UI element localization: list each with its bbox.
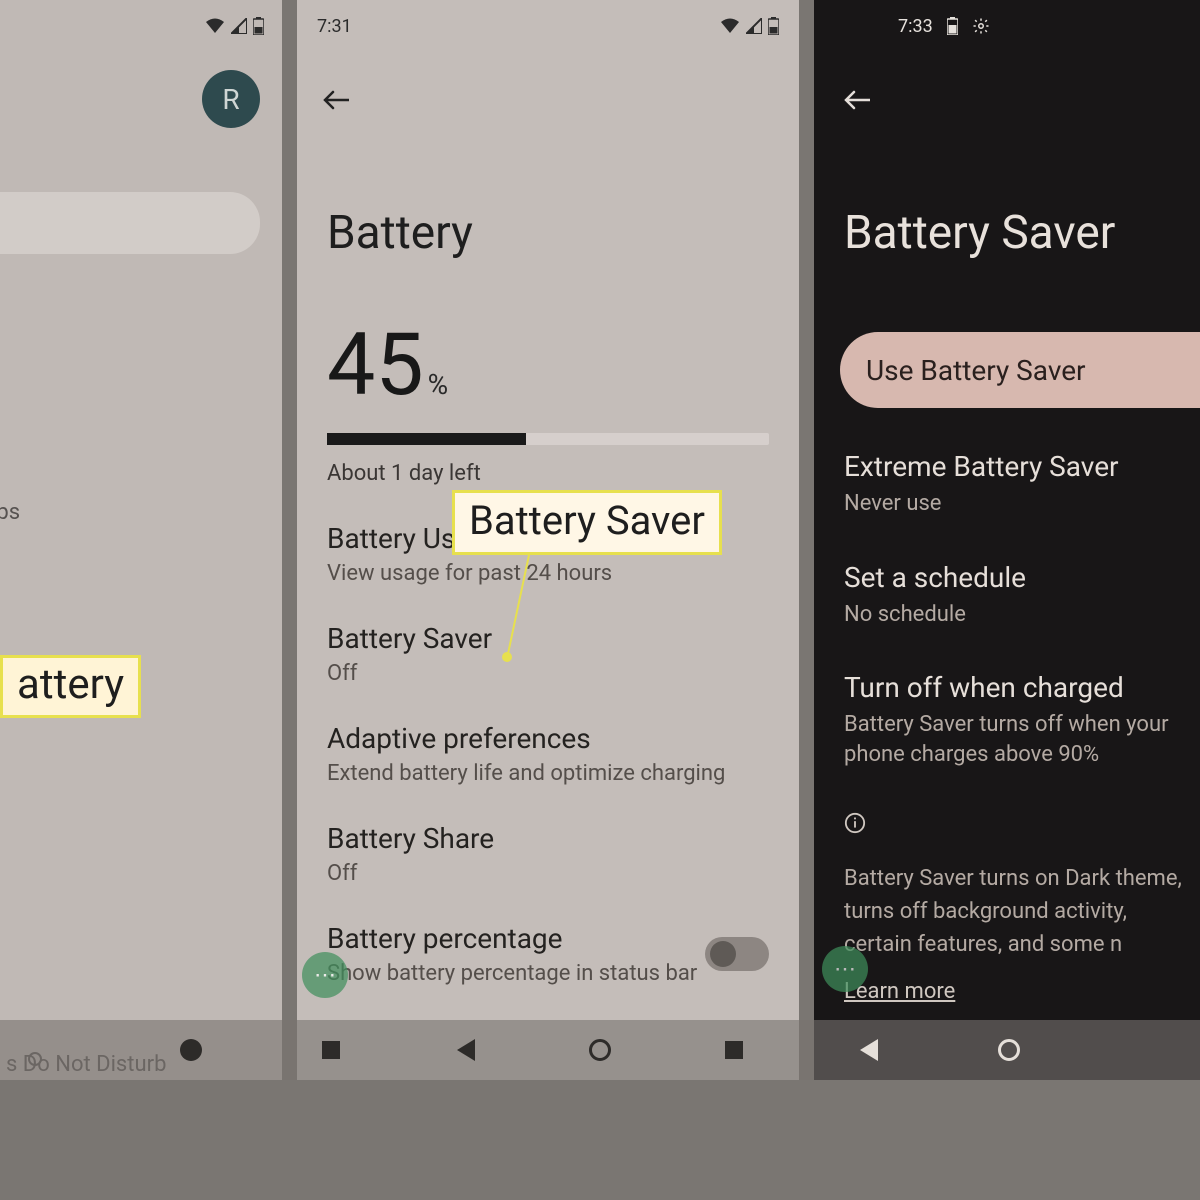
settings-item-connected-devices[interactable]: d devices ring <box>0 382 282 484</box>
callout-pointer-dot <box>502 652 512 662</box>
back-button[interactable] <box>297 52 799 110</box>
row-title: Battery Share <box>327 822 769 855</box>
battery-percentage-toggle-row[interactable]: Battery percentage Show battery percenta… <box>297 886 799 986</box>
arrow-left-icon <box>844 90 870 110</box>
tutorial-fab-icon[interactable]: ⋯ <box>302 952 348 998</box>
settings-home-panel: R ttings & internet hotspot d devices ri… <box>0 0 282 1080</box>
extreme-battery-saver-row[interactable]: Extreme Battery Saver Never use <box>814 408 1200 519</box>
settings-item-title: d devices <box>0 392 282 427</box>
row-sub: View usage for past 24 hours <box>327 561 769 586</box>
nav-back-button[interactable] <box>457 1039 475 1061</box>
row-title: Adaptive preferences <box>327 722 769 755</box>
row-title: Battery Saver <box>327 622 769 655</box>
wifi-icon <box>205 18 225 34</box>
nav-recent-button[interactable] <box>725 1041 743 1059</box>
pill-label: Use Battery Saver <box>866 354 1086 387</box>
row-sub: Off <box>327 861 769 886</box>
signal-icon <box>231 18 247 34</box>
row-sub: Extend battery life and optimize chargin… <box>327 761 769 786</box>
battery-saver-panel: 7:33 Battery Saver Use Battery Saver Ext… <box>814 0 1200 1080</box>
row-sub: Show battery percentage in status bar <box>327 961 697 986</box>
nav-home-button[interactable] <box>180 1039 202 1061</box>
row-title: Turn off when charged <box>844 671 1200 704</box>
row-title: Set a schedule <box>844 561 1200 594</box>
status-time: 7:33 <box>898 16 933 37</box>
settings-item-sub: .85 GB free <box>0 825 282 850</box>
settings-item-title: ibration <box>0 928 282 963</box>
nav-home-button[interactable] <box>998 1039 1020 1061</box>
turn-off-when-charged-row[interactable]: Turn off when charged Battery Saver turn… <box>814 629 1200 769</box>
tutorial-fab-icon[interactable]: ⋯ <box>822 946 868 992</box>
status-bar: 7:31 <box>297 0 799 52</box>
row-title: Battery percentage <box>327 922 697 955</box>
battery-icon <box>768 17 779 35</box>
battery-percent-display: 45 % <box>297 260 799 415</box>
row-sub: Off <box>327 661 769 686</box>
battery-percent-value: 45 <box>327 314 424 415</box>
status-bar: 7:33 <box>814 0 1200 52</box>
settings-item-sound[interactable]: ibration <box>0 876 282 989</box>
settings-item-sub: day left <box>0 716 282 741</box>
avatar-initial: R <box>222 83 239 116</box>
settings-item-notifications[interactable]: story, conversations <box>0 551 282 644</box>
battery-saver-row[interactable]: Battery Saver Off <box>297 586 799 686</box>
row-sub: Battery Saver turns off when your phone … <box>844 710 1200 769</box>
search-settings-field[interactable]: ttings <box>0 192 260 254</box>
page-title: Battery <box>297 110 799 260</box>
toggle-knob <box>710 941 736 967</box>
settings-item-title: & internet <box>0 290 282 325</box>
page-title: Battery Saver <box>814 110 1200 260</box>
battery-percent-unit: % <box>428 368 449 401</box>
nav-recent-button[interactable] <box>322 1041 340 1059</box>
row-sub: No schedule <box>844 600 1200 630</box>
callout-battery-saver-highlight: Battery Saver <box>452 490 722 555</box>
nav-home-button[interactable] <box>589 1039 611 1061</box>
arrow-left-icon <box>323 90 349 110</box>
gear-icon <box>972 17 990 35</box>
battery-saver-description: Battery Saver turns on Dark theme, turns… <box>814 834 1200 961</box>
settings-item-sub: story, conversations <box>0 593 282 618</box>
callout-text: attery <box>17 660 124 709</box>
row-title: Extreme Battery Saver <box>844 450 1200 483</box>
adaptive-preferences-row[interactable]: Adaptive preferences Extend battery life… <box>297 686 799 786</box>
battery-level-bar <box>327 433 769 445</box>
avatar-row: R <box>0 52 282 156</box>
signal-icon <box>746 18 762 34</box>
nav-seg-panel2 <box>400 1039 800 1061</box>
wifi-icon <box>720 18 740 34</box>
toggle-switch[interactable] <box>705 937 769 971</box>
learn-more-link[interactable]: Learn more <box>814 961 1200 1004</box>
settings-item-storage[interactable]: .85 GB free <box>0 767 282 876</box>
nav-seg-panel3 <box>800 1039 1200 1061</box>
callout-text: Battery Saver <box>469 497 705 544</box>
nav-seg-panel1 <box>0 1039 400 1061</box>
battery-share-row[interactable]: Battery Share Off <box>297 786 799 886</box>
back-button[interactable] <box>814 52 1200 110</box>
battery-icon <box>947 17 958 35</box>
settings-item-sub: ent apps, default apps <box>0 500 282 525</box>
battery-icon <box>253 17 264 35</box>
android-nav-bar <box>0 1020 1200 1080</box>
use-battery-saver-button[interactable]: Use Battery Saver <box>840 332 1200 408</box>
set-schedule-row[interactable]: Set a schedule No schedule <box>814 519 1200 630</box>
settings-item-network[interactable]: & internet hotspot <box>0 280 282 382</box>
status-time: 7:31 <box>317 16 352 37</box>
callout-battery-highlight: attery <box>0 655 141 718</box>
info-icon <box>814 770 1200 834</box>
settings-item-sub: hotspot <box>0 331 282 356</box>
row-sub: Never use <box>844 489 1200 519</box>
status-icons <box>720 17 779 35</box>
status-bar <box>0 0 282 52</box>
battery-estimate: About 1 day left <box>297 445 799 486</box>
nav-back-button[interactable] <box>860 1039 878 1061</box>
battery-level-fill <box>327 433 526 445</box>
settings-item-sub: ring <box>0 433 282 458</box>
settings-item-apps[interactable]: ent apps, default apps <box>0 484 282 551</box>
profile-avatar[interactable]: R <box>202 70 260 128</box>
